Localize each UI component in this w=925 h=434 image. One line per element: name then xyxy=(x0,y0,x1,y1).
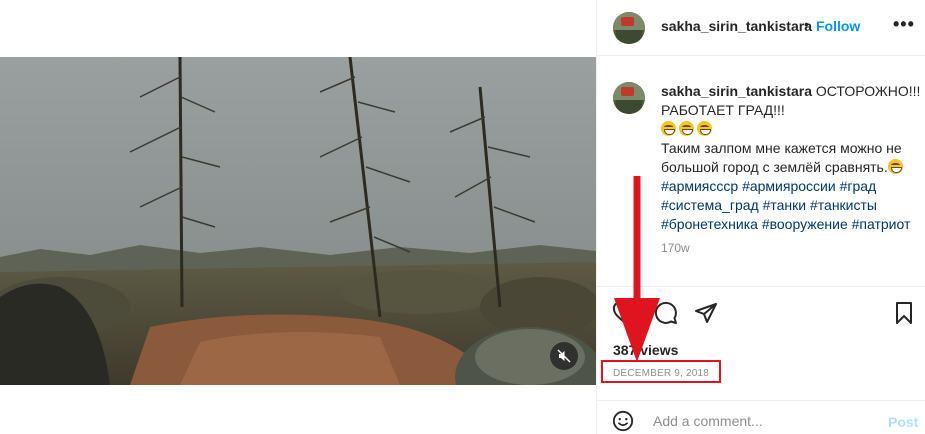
hashtag-link[interactable]: #танки xyxy=(763,197,807,213)
grinning-emoji-icon xyxy=(661,121,676,136)
post-video[interactable] xyxy=(0,57,596,385)
emoji-picker-icon[interactable] xyxy=(612,410,634,432)
date-highlight-box xyxy=(601,360,721,383)
hashtag-link[interactable]: #патриот xyxy=(852,216,911,232)
comment-button[interactable] xyxy=(653,300,679,326)
bookmark-icon xyxy=(896,302,912,324)
follow-button[interactable]: Follow xyxy=(816,18,860,34)
header-separator-dot: • xyxy=(804,16,809,32)
caption-text-line2: Таким залпом мне кажется можно не большо… xyxy=(661,140,902,175)
hashtag-link[interactable]: #система_град xyxy=(661,197,759,213)
view-count[interactable]: 387 views xyxy=(613,342,678,358)
comment-input[interactable] xyxy=(653,411,873,431)
avatar[interactable] xyxy=(613,12,645,44)
post-action-bar xyxy=(597,286,925,338)
post-caption: sakha_sirin_tankistara ОСТОРОЖНО!!! РАБО… xyxy=(661,82,923,234)
comment-bar: Post xyxy=(597,400,925,434)
share-icon xyxy=(695,303,717,323)
post-header: sakha_sirin_tankistara • Follow ••• xyxy=(597,0,925,56)
header-username-link[interactable]: sakha_sirin_tankistara xyxy=(661,18,812,34)
heart-icon xyxy=(612,301,636,323)
mute-toggle-button[interactable] xyxy=(550,342,578,370)
caption-avatar[interactable] xyxy=(613,82,645,114)
hashtag-link[interactable]: #армияссср xyxy=(661,178,738,194)
share-button[interactable] xyxy=(693,300,719,326)
hashtag-link[interactable]: #бронетехника xyxy=(661,216,758,232)
more-options-icon[interactable]: ••• xyxy=(893,14,915,35)
grinning-emoji-icon xyxy=(697,121,712,136)
sweat-smile-emoji-icon xyxy=(887,159,903,174)
hashtag-link[interactable]: #танкисты xyxy=(810,197,877,213)
like-button[interactable] xyxy=(611,300,637,326)
post-comment-button[interactable]: Post xyxy=(888,414,918,430)
grinning-emoji-icon xyxy=(679,121,694,136)
hashtag-link[interactable]: #град xyxy=(840,178,877,194)
caption-timestamp[interactable]: 170w xyxy=(661,241,690,255)
video-frame-image xyxy=(0,57,596,385)
save-button[interactable] xyxy=(891,300,917,326)
caption-username-link[interactable]: sakha_sirin_tankistara xyxy=(661,83,812,99)
hashtag-link[interactable]: #армияроссии xyxy=(742,178,836,194)
post-sidebar: sakha_sirin_tankistara • Follow ••• sakh… xyxy=(596,0,925,434)
hashtag-link[interactable]: #вооружение xyxy=(762,216,848,232)
speaker-muted-icon xyxy=(557,349,571,363)
comment-icon xyxy=(654,301,677,324)
